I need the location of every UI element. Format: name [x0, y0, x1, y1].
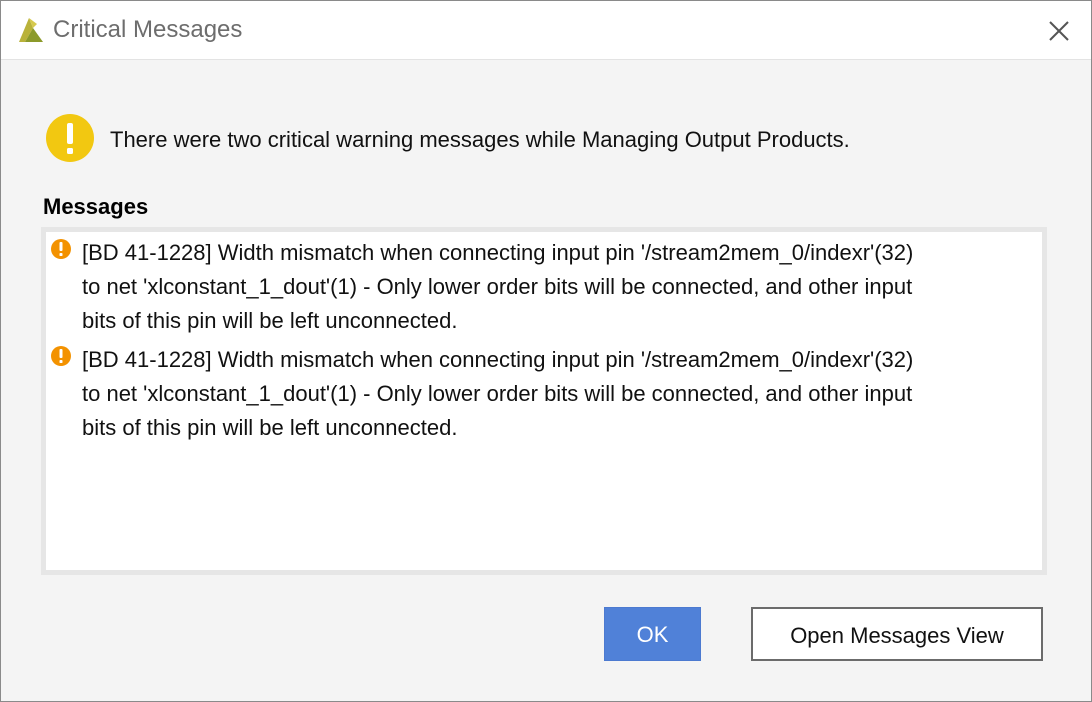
- critical-warning-icon: [51, 239, 71, 259]
- messages-list[interactable]: [BD 41-1228] Width mismatch when connect…: [46, 232, 1042, 570]
- window-title: Critical Messages: [53, 16, 243, 43]
- title-bar: Critical Messages: [1, 1, 1091, 60]
- warning-icon: [46, 114, 94, 162]
- critical-warning-icon: [51, 346, 71, 366]
- ok-button[interactable]: OK: [604, 607, 701, 661]
- message-text: [BD 41-1228] Width mismatch when connect…: [82, 347, 914, 440]
- messages-panel: [BD 41-1228] Width mismatch when connect…: [41, 227, 1047, 575]
- messages-label: Messages: [43, 194, 149, 219]
- close-icon[interactable]: [1041, 13, 1077, 49]
- critical-messages-dialog: Critical Messages There were two critica…: [0, 0, 1092, 702]
- vivado-logo-icon: [19, 18, 43, 42]
- summary-text: There were two critical warning messages…: [110, 127, 850, 152]
- open-messages-view-button[interactable]: Open Messages View: [751, 607, 1043, 661]
- message-text: [BD 41-1228] Width mismatch when connect…: [82, 240, 914, 333]
